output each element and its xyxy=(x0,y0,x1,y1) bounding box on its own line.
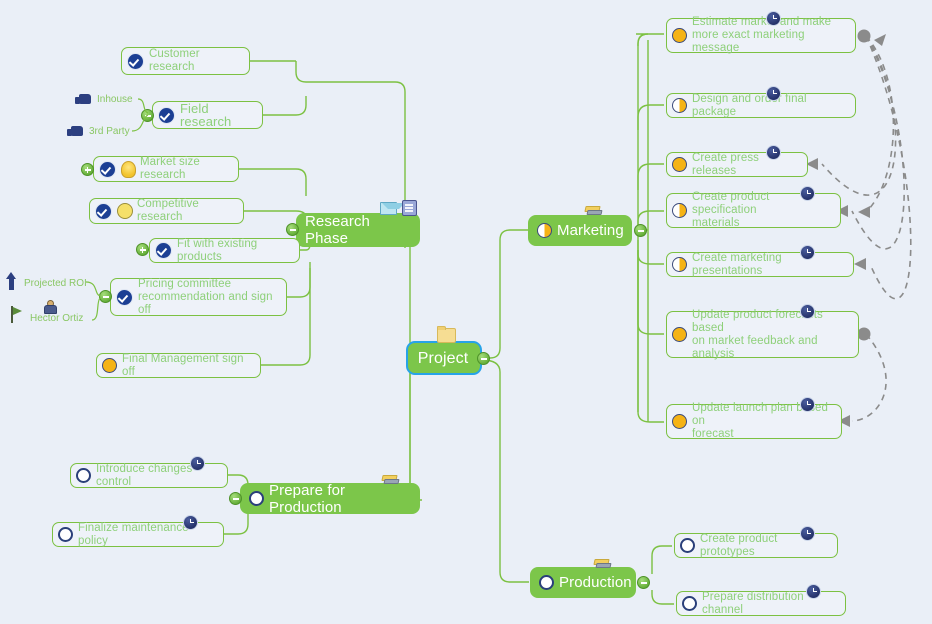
note-icon xyxy=(402,200,417,216)
collapse-toggle-prepare-production[interactable] xyxy=(229,492,242,505)
expand-toggle-market-size-research[interactable] xyxy=(81,163,94,176)
node-project[interactable]: Project xyxy=(406,341,482,375)
mail-icon xyxy=(380,202,405,215)
status-pie-half-icon xyxy=(537,223,552,238)
status-check-icon xyxy=(155,242,172,259)
node-label: Market size research xyxy=(140,156,200,181)
node-create-marketing-presentations[interactable]: Create marketing presentations xyxy=(666,252,854,277)
status-check-icon xyxy=(99,160,116,178)
node-label: Pricing committee recommendation and sig… xyxy=(138,277,273,316)
node-prepare-distribution-channel[interactable]: Prepare distribution channel xyxy=(676,591,846,616)
node-label: Customer research xyxy=(149,48,200,73)
node-create-product-spec-materials[interactable]: Create product specification materials xyxy=(666,191,841,229)
pencil-icon xyxy=(594,559,611,568)
node-label: Create press releases xyxy=(692,151,760,177)
node-label: Final Management sign off xyxy=(122,352,244,378)
node-label: Marketing xyxy=(557,222,624,239)
node-label: Research Phase xyxy=(305,213,370,247)
clock-icon xyxy=(183,515,198,530)
mindmap-canvas[interactable]: Project Research Phase Customer research… xyxy=(0,0,932,624)
clock-icon xyxy=(800,304,815,319)
node-fit-with-existing-products[interactable]: Fit with existing products xyxy=(149,238,300,263)
up-arrow-icon xyxy=(6,272,17,290)
node-create-press-releases[interactable]: Create press releases xyxy=(666,152,808,177)
node-design-order-final-package[interactable]: Design and order final package xyxy=(666,93,856,118)
status-check-icon xyxy=(95,202,112,220)
status-pie-full-icon xyxy=(672,414,687,429)
node-update-launch-plan[interactable]: Update launch plan based on forecast xyxy=(666,402,842,440)
callout-connectors-2 xyxy=(85,281,101,321)
status-empty-icon xyxy=(682,596,697,611)
node-update-product-forecasts[interactable]: Update product forecasts based on market… xyxy=(666,308,859,360)
status-empty-icon xyxy=(539,575,554,590)
status-empty-icon xyxy=(58,527,73,542)
collapse-toggle-marketing[interactable] xyxy=(634,224,647,237)
lightbulb-icon xyxy=(121,160,136,178)
clock-icon xyxy=(190,456,205,471)
status-check-icon xyxy=(116,288,133,306)
node-label: Fit with existing products xyxy=(177,237,258,263)
clock-icon xyxy=(766,145,781,160)
status-empty-icon xyxy=(76,468,91,483)
collapse-toggle-production[interactable] xyxy=(637,576,650,589)
status-pie-full-icon xyxy=(672,28,687,43)
status-pie-full-icon xyxy=(102,358,117,373)
node-pricing-committee[interactable]: Pricing committee recommendation and sig… xyxy=(110,278,287,316)
relationship-source-dot xyxy=(857,327,871,341)
clock-icon xyxy=(766,11,781,26)
callout-connectors xyxy=(131,98,149,132)
node-label: Prepare for Production xyxy=(269,481,346,516)
node-estimate-market[interactable]: Estimate market and make more exact mark… xyxy=(666,16,856,54)
smiley-icon xyxy=(117,203,133,219)
clock-icon xyxy=(800,397,815,412)
node-label: Update product forecasts based on market… xyxy=(692,308,823,360)
status-pie-half-icon xyxy=(672,98,687,113)
node-introduce-changes-control[interactable]: Introduce changes control xyxy=(70,463,228,488)
node-marketing[interactable]: Marketing xyxy=(528,215,632,246)
node-customer-research[interactable]: Customer research xyxy=(121,47,250,75)
node-prepare-for-production[interactable]: Prepare for Production xyxy=(240,481,420,516)
folder-icon xyxy=(437,326,456,343)
status-check-icon xyxy=(158,106,175,124)
collapse-toggle-project[interactable] xyxy=(477,352,490,365)
status-pie-full-icon xyxy=(672,157,687,172)
node-label: Project xyxy=(417,349,469,367)
node-field-research[interactable]: Field research xyxy=(152,101,263,129)
pencil-icon xyxy=(382,475,399,484)
node-label: Production xyxy=(559,574,632,591)
clock-icon xyxy=(800,245,815,260)
node-production[interactable]: Production xyxy=(530,567,636,598)
node-final-management-sign-off[interactable]: Final Management sign off xyxy=(96,353,261,378)
expand-toggle-fit-products[interactable] xyxy=(136,243,149,256)
node-label: Competitive research xyxy=(137,198,199,223)
pencil-icon xyxy=(585,206,602,215)
node-competitive-research[interactable]: Competitive research xyxy=(89,198,244,224)
node-market-size-research[interactable]: Market size research xyxy=(93,156,239,182)
node-label: Field research xyxy=(180,101,232,129)
status-pie-half-icon xyxy=(672,203,687,218)
status-empty-icon xyxy=(249,491,264,506)
node-label: Create marketing presentations xyxy=(692,251,782,277)
clock-icon xyxy=(766,86,781,101)
relationship-source-dot xyxy=(857,29,871,43)
node-research-phase[interactable]: Research Phase xyxy=(296,213,420,247)
clock-icon xyxy=(800,186,815,201)
status-pie-half-icon xyxy=(672,257,687,272)
node-finalize-maintenance-policy[interactable]: Finalize maintenance policy xyxy=(52,522,224,547)
collapse-toggle-research-phase[interactable] xyxy=(286,223,299,236)
status-pie-full-icon xyxy=(672,327,687,342)
status-check-icon xyxy=(127,52,144,70)
clock-icon xyxy=(806,584,821,599)
status-empty-icon xyxy=(680,538,695,553)
clock-icon xyxy=(800,526,815,541)
